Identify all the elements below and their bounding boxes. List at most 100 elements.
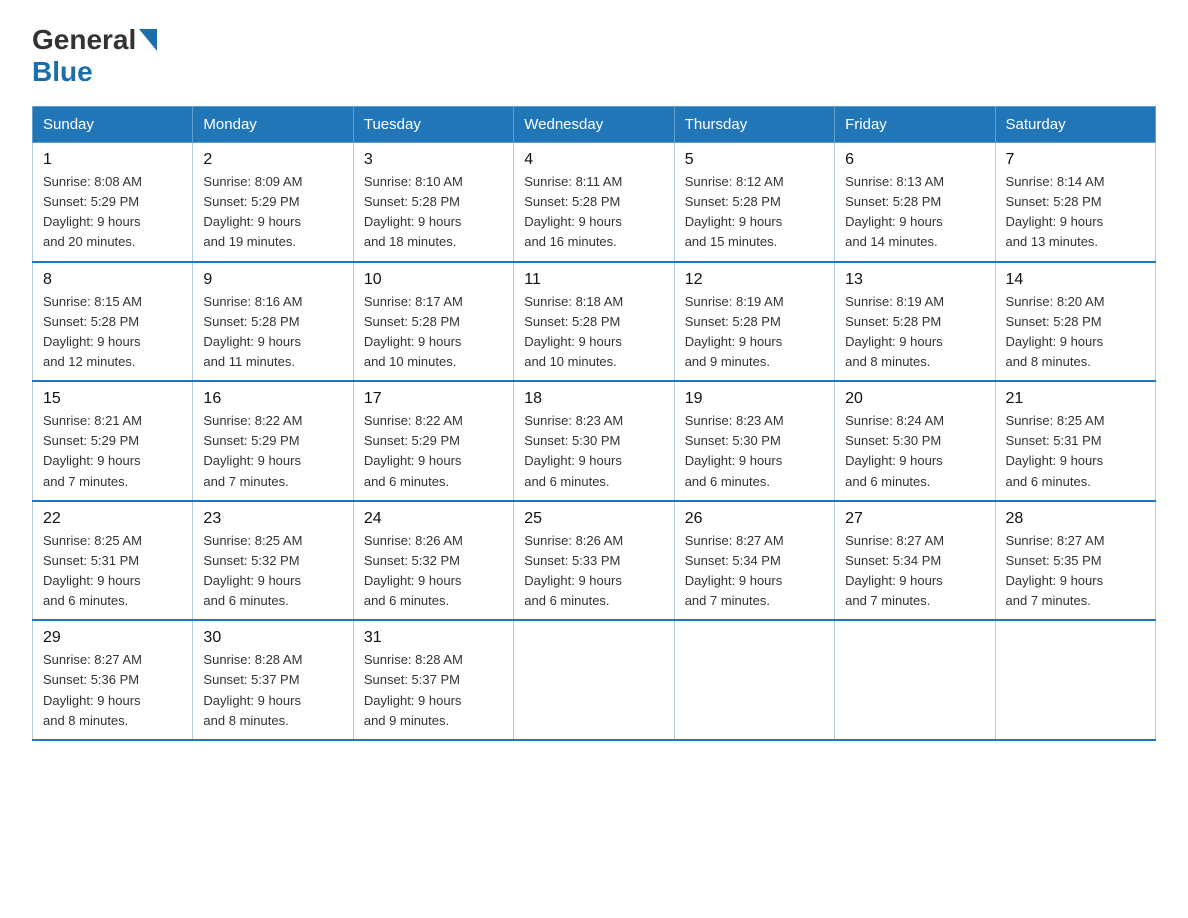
day-number: 3: [364, 151, 503, 169]
header-thursday: Thursday: [674, 107, 834, 143]
logo: General Blue: [32, 24, 157, 88]
day-info: Sunrise: 8:12 AM Sunset: 5:28 PM Dayligh…: [685, 172, 824, 253]
day-info: Sunrise: 8:20 AM Sunset: 5:28 PM Dayligh…: [1006, 292, 1145, 373]
header-monday: Monday: [193, 107, 353, 143]
day-number: 2: [203, 151, 342, 169]
day-cell: 30 Sunrise: 8:28 AM Sunset: 5:37 PM Dayl…: [193, 620, 353, 740]
day-number: 11: [524, 271, 663, 289]
day-number: 28: [1006, 510, 1145, 528]
day-number: 9: [203, 271, 342, 289]
header-friday: Friday: [835, 107, 995, 143]
day-info: Sunrise: 8:11 AM Sunset: 5:28 PM Dayligh…: [524, 172, 663, 253]
week-row-1: 1 Sunrise: 8:08 AM Sunset: 5:29 PM Dayli…: [33, 143, 1156, 262]
day-number: 1: [43, 151, 182, 169]
day-cell: 7 Sunrise: 8:14 AM Sunset: 5:28 PM Dayli…: [995, 143, 1155, 262]
logo-blue-text: Blue: [32, 56, 93, 87]
day-cell: 13 Sunrise: 8:19 AM Sunset: 5:28 PM Dayl…: [835, 262, 995, 382]
week-row-3: 15 Sunrise: 8:21 AM Sunset: 5:29 PM Dayl…: [33, 381, 1156, 501]
day-number: 16: [203, 390, 342, 408]
day-info: Sunrise: 8:08 AM Sunset: 5:29 PM Dayligh…: [43, 172, 182, 253]
day-cell: 9 Sunrise: 8:16 AM Sunset: 5:28 PM Dayli…: [193, 262, 353, 382]
day-cell: [514, 620, 674, 740]
day-cell: 14 Sunrise: 8:20 AM Sunset: 5:28 PM Dayl…: [995, 262, 1155, 382]
day-info: Sunrise: 8:22 AM Sunset: 5:29 PM Dayligh…: [203, 411, 342, 492]
day-cell: 8 Sunrise: 8:15 AM Sunset: 5:28 PM Dayli…: [33, 262, 193, 382]
day-info: Sunrise: 8:17 AM Sunset: 5:28 PM Dayligh…: [364, 292, 503, 373]
day-number: 21: [1006, 390, 1145, 408]
day-cell: 22 Sunrise: 8:25 AM Sunset: 5:31 PM Dayl…: [33, 501, 193, 621]
calendar-header: SundayMondayTuesdayWednesdayThursdayFrid…: [33, 107, 1156, 143]
day-info: Sunrise: 8:27 AM Sunset: 5:34 PM Dayligh…: [845, 531, 984, 612]
day-cell: 29 Sunrise: 8:27 AM Sunset: 5:36 PM Dayl…: [33, 620, 193, 740]
day-cell: 27 Sunrise: 8:27 AM Sunset: 5:34 PM Dayl…: [835, 501, 995, 621]
day-info: Sunrise: 8:13 AM Sunset: 5:28 PM Dayligh…: [845, 172, 984, 253]
day-cell: 28 Sunrise: 8:27 AM Sunset: 5:35 PM Dayl…: [995, 501, 1155, 621]
day-number: 4: [524, 151, 663, 169]
week-row-5: 29 Sunrise: 8:27 AM Sunset: 5:36 PM Dayl…: [33, 620, 1156, 740]
day-info: Sunrise: 8:14 AM Sunset: 5:28 PM Dayligh…: [1006, 172, 1145, 253]
day-cell: [674, 620, 834, 740]
header-sunday: Sunday: [33, 107, 193, 143]
day-info: Sunrise: 8:27 AM Sunset: 5:35 PM Dayligh…: [1006, 531, 1145, 612]
day-cell: 21 Sunrise: 8:25 AM Sunset: 5:31 PM Dayl…: [995, 381, 1155, 501]
day-info: Sunrise: 8:23 AM Sunset: 5:30 PM Dayligh…: [685, 411, 824, 492]
day-number: 20: [845, 390, 984, 408]
day-cell: 4 Sunrise: 8:11 AM Sunset: 5:28 PM Dayli…: [514, 143, 674, 262]
day-cell: 24 Sunrise: 8:26 AM Sunset: 5:32 PM Dayl…: [353, 501, 513, 621]
day-info: Sunrise: 8:09 AM Sunset: 5:29 PM Dayligh…: [203, 172, 342, 253]
day-number: 10: [364, 271, 503, 289]
day-info: Sunrise: 8:24 AM Sunset: 5:30 PM Dayligh…: [845, 411, 984, 492]
day-cell: 26 Sunrise: 8:27 AM Sunset: 5:34 PM Dayl…: [674, 501, 834, 621]
calendar-table: SundayMondayTuesdayWednesdayThursdayFrid…: [32, 106, 1156, 741]
day-cell: 2 Sunrise: 8:09 AM Sunset: 5:29 PM Dayli…: [193, 143, 353, 262]
day-number: 27: [845, 510, 984, 528]
day-cell: 18 Sunrise: 8:23 AM Sunset: 5:30 PM Dayl…: [514, 381, 674, 501]
day-info: Sunrise: 8:25 AM Sunset: 5:31 PM Dayligh…: [43, 531, 182, 612]
day-number: 8: [43, 271, 182, 289]
day-number: 18: [524, 390, 663, 408]
day-cell: 5 Sunrise: 8:12 AM Sunset: 5:28 PM Dayli…: [674, 143, 834, 262]
day-info: Sunrise: 8:25 AM Sunset: 5:31 PM Dayligh…: [1006, 411, 1145, 492]
day-cell: 31 Sunrise: 8:28 AM Sunset: 5:37 PM Dayl…: [353, 620, 513, 740]
day-cell: 12 Sunrise: 8:19 AM Sunset: 5:28 PM Dayl…: [674, 262, 834, 382]
logo-triangle-icon: [139, 29, 157, 51]
header-saturday: Saturday: [995, 107, 1155, 143]
day-cell: 23 Sunrise: 8:25 AM Sunset: 5:32 PM Dayl…: [193, 501, 353, 621]
day-number: 19: [685, 390, 824, 408]
day-info: Sunrise: 8:28 AM Sunset: 5:37 PM Dayligh…: [364, 650, 503, 731]
day-number: 6: [845, 151, 984, 169]
day-info: Sunrise: 8:10 AM Sunset: 5:28 PM Dayligh…: [364, 172, 503, 253]
day-info: Sunrise: 8:18 AM Sunset: 5:28 PM Dayligh…: [524, 292, 663, 373]
day-number: 24: [364, 510, 503, 528]
day-cell: 25 Sunrise: 8:26 AM Sunset: 5:33 PM Dayl…: [514, 501, 674, 621]
day-cell: 6 Sunrise: 8:13 AM Sunset: 5:28 PM Dayli…: [835, 143, 995, 262]
calendar-body: 1 Sunrise: 8:08 AM Sunset: 5:29 PM Dayli…: [33, 143, 1156, 740]
day-info: Sunrise: 8:19 AM Sunset: 5:28 PM Dayligh…: [685, 292, 824, 373]
day-info: Sunrise: 8:22 AM Sunset: 5:29 PM Dayligh…: [364, 411, 503, 492]
day-cell: 20 Sunrise: 8:24 AM Sunset: 5:30 PM Dayl…: [835, 381, 995, 501]
day-cell: 17 Sunrise: 8:22 AM Sunset: 5:29 PM Dayl…: [353, 381, 513, 501]
day-info: Sunrise: 8:27 AM Sunset: 5:36 PM Dayligh…: [43, 650, 182, 731]
day-number: 22: [43, 510, 182, 528]
day-number: 31: [364, 629, 503, 647]
day-info: Sunrise: 8:21 AM Sunset: 5:29 PM Dayligh…: [43, 411, 182, 492]
day-info: Sunrise: 8:19 AM Sunset: 5:28 PM Dayligh…: [845, 292, 984, 373]
day-cell: [995, 620, 1155, 740]
day-number: 17: [364, 390, 503, 408]
day-info: Sunrise: 8:16 AM Sunset: 5:28 PM Dayligh…: [203, 292, 342, 373]
day-info: Sunrise: 8:25 AM Sunset: 5:32 PM Dayligh…: [203, 531, 342, 612]
header-tuesday: Tuesday: [353, 107, 513, 143]
day-cell: 1 Sunrise: 8:08 AM Sunset: 5:29 PM Dayli…: [33, 143, 193, 262]
day-number: 26: [685, 510, 824, 528]
day-number: 23: [203, 510, 342, 528]
day-number: 29: [43, 629, 182, 647]
day-cell: [835, 620, 995, 740]
day-cell: 15 Sunrise: 8:21 AM Sunset: 5:29 PM Dayl…: [33, 381, 193, 501]
header-wednesday: Wednesday: [514, 107, 674, 143]
page-header: General Blue: [32, 24, 1156, 88]
day-number: 25: [524, 510, 663, 528]
day-number: 12: [685, 271, 824, 289]
day-cell: 19 Sunrise: 8:23 AM Sunset: 5:30 PM Dayl…: [674, 381, 834, 501]
day-number: 15: [43, 390, 182, 408]
day-info: Sunrise: 8:26 AM Sunset: 5:33 PM Dayligh…: [524, 531, 663, 612]
